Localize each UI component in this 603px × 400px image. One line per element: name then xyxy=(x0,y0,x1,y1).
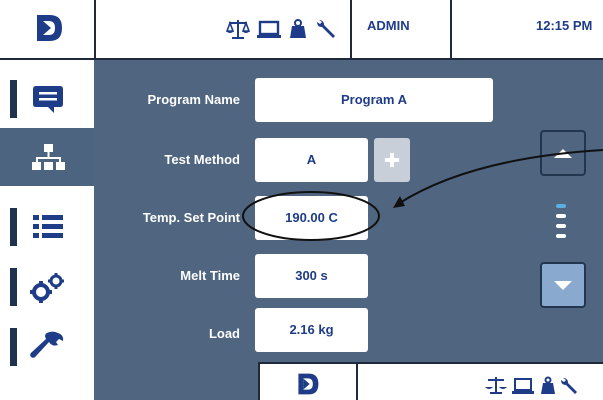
plus-icon xyxy=(390,153,394,167)
status-icons xyxy=(225,16,337,42)
embedded-screenshot xyxy=(258,362,603,400)
melt-time-field[interactable]: 300 s xyxy=(255,254,368,298)
user-name[interactable]: ADMIN xyxy=(367,18,410,33)
logo-icon xyxy=(298,373,319,395)
balance-scale-icon xyxy=(225,20,251,39)
scroll-down-button[interactable] xyxy=(540,262,586,308)
tab-tools[interactable] xyxy=(0,318,94,376)
load-label: Load xyxy=(208,326,240,341)
temp-set-point-label: Temp. Set Point xyxy=(142,210,240,225)
tab-marker xyxy=(10,208,17,246)
tab-list[interactable] xyxy=(0,198,94,256)
wrench-icon xyxy=(30,331,64,358)
scroll-indicator xyxy=(556,234,566,238)
logo-area xyxy=(0,0,96,58)
scroll-indicator xyxy=(556,204,566,208)
weight-icon xyxy=(290,19,306,38)
screen: ADMIN 12:15 PM Program Name Program A Te… xyxy=(0,0,603,400)
tab-messages[interactable] xyxy=(0,70,94,128)
add-test-method-button[interactable] xyxy=(374,138,410,182)
scroll-indicator xyxy=(556,224,566,228)
scroll-up-button[interactable] xyxy=(540,130,586,176)
header-divider xyxy=(350,0,352,58)
program-name-field[interactable]: Program A xyxy=(255,78,493,122)
laptop-icon xyxy=(257,20,281,38)
tab-marker xyxy=(10,328,17,366)
logo-icon xyxy=(37,15,62,41)
tab-program[interactable] xyxy=(0,128,94,186)
tab-marker xyxy=(10,268,17,306)
test-method-field[interactable]: A xyxy=(255,138,368,182)
melt-time-label: Melt Time xyxy=(180,268,240,283)
mini-divider xyxy=(356,364,358,400)
top-bar: ADMIN 12:15 PM xyxy=(0,0,603,60)
sidebar xyxy=(0,60,94,400)
message-icon xyxy=(33,86,63,113)
list-icon xyxy=(33,215,63,238)
temp-set-point-field[interactable]: 190.00 C xyxy=(255,196,368,240)
triangle-up-icon xyxy=(554,149,572,158)
program-name-label: Program Name xyxy=(147,92,240,107)
load-field[interactable]: 2.16 kg xyxy=(255,308,368,352)
status-icons xyxy=(485,376,577,394)
header-divider xyxy=(450,0,452,58)
triangle-down-icon xyxy=(554,281,572,290)
tab-settings[interactable] xyxy=(0,258,94,316)
scroll-indicator xyxy=(556,214,566,218)
clock: 12:15 PM xyxy=(536,18,593,33)
sitemap-icon xyxy=(32,144,65,170)
test-method-label: Test Method xyxy=(164,152,240,167)
gears-icon xyxy=(30,273,64,303)
tab-marker xyxy=(10,80,17,118)
wrench-icon xyxy=(317,20,335,38)
